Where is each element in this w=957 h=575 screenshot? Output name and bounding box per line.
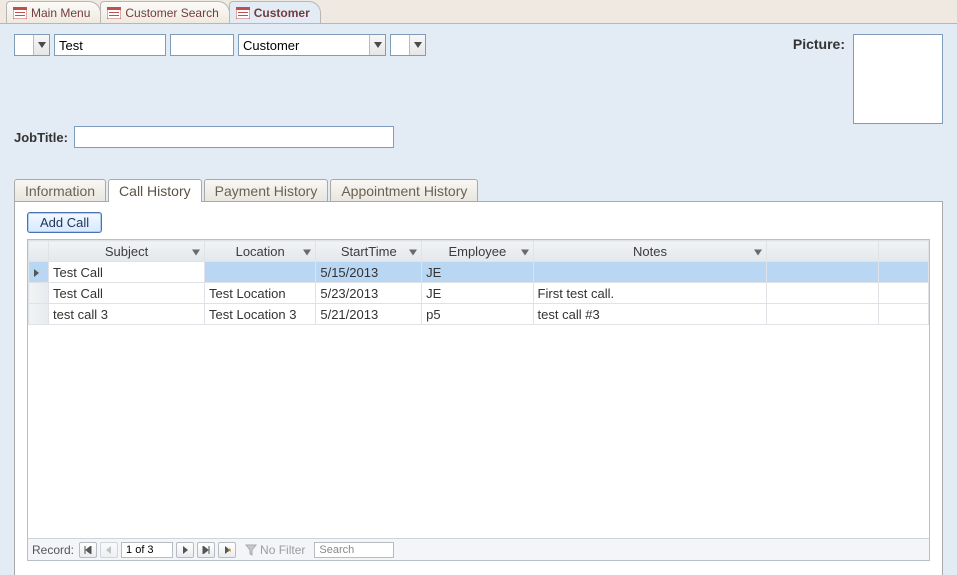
form-icon xyxy=(236,7,250,19)
lastname-input[interactable] xyxy=(239,35,369,55)
lastname-combo[interactable] xyxy=(238,34,386,56)
tab-information[interactable]: Information xyxy=(14,179,106,202)
chevron-down-icon xyxy=(192,244,200,259)
doc-tab-strip: Main Menu Customer Search Customer xyxy=(0,0,957,24)
cell-employee[interactable]: JE xyxy=(422,283,533,304)
row-selector[interactable] xyxy=(29,262,49,283)
nofilter-label: No Filter xyxy=(260,543,305,557)
cell-notes[interactable] xyxy=(533,262,767,283)
table-row[interactable]: Test CallTest Location5/23/2013JEFirst t… xyxy=(29,283,929,304)
cell-extra[interactable] xyxy=(878,304,928,325)
chevron-down-icon xyxy=(409,244,417,259)
recnav-position[interactable] xyxy=(121,542,173,558)
middlename-input[interactable] xyxy=(171,35,233,55)
doc-tab-customer-search[interactable]: Customer Search xyxy=(100,1,229,23)
recnav-label: Record: xyxy=(32,543,74,557)
tab-payment-history[interactable]: Payment History xyxy=(204,179,329,202)
tab-page-call-history: Add Call xyxy=(14,201,943,575)
cell-notes[interactable]: test call #3 xyxy=(533,304,767,325)
chevron-down-icon xyxy=(521,244,529,259)
chevron-down-icon[interactable] xyxy=(33,35,49,55)
col-extra-1[interactable] xyxy=(767,241,878,262)
suffix-input[interactable] xyxy=(391,35,409,55)
recnav-nofilter: No Filter xyxy=(245,543,305,557)
middlename-field[interactable] xyxy=(170,34,234,56)
recnav-next[interactable] xyxy=(176,542,194,558)
call-history-table: Subject Location StartTime xyxy=(28,240,929,325)
col-location[interactable]: Location xyxy=(204,241,315,262)
jobtitle-label: JobTitle: xyxy=(14,130,68,145)
cell-extra[interactable] xyxy=(767,262,878,283)
doc-tab-label: Customer Search xyxy=(125,6,218,20)
recnav-search[interactable] xyxy=(314,542,394,558)
add-call-button[interactable]: Add Call xyxy=(27,212,102,233)
firstname-input[interactable] xyxy=(55,35,165,55)
cell-extra[interactable] xyxy=(878,262,928,283)
cell-location[interactable]: Test Location xyxy=(204,283,315,304)
recnav-new[interactable]: ★ xyxy=(218,542,236,558)
cell-subject[interactable]: Test Call xyxy=(49,283,205,304)
cell-extra[interactable] xyxy=(878,283,928,304)
doc-tab-label: Customer xyxy=(254,6,310,20)
row-selector[interactable] xyxy=(29,304,49,325)
firstname-field[interactable] xyxy=(54,34,166,56)
col-label: StartTime xyxy=(341,244,397,259)
filter-icon xyxy=(245,544,257,556)
prefix-combo[interactable] xyxy=(14,34,50,56)
form-icon xyxy=(13,7,27,19)
recnav-prev[interactable] xyxy=(100,542,118,558)
recnav-first[interactable] xyxy=(79,542,97,558)
col-label: Location xyxy=(236,244,285,259)
cell-location[interactable]: Test Location 3 xyxy=(204,304,315,325)
cell-employee[interactable]: JE xyxy=(422,262,533,283)
tab-appointment-history[interactable]: Appointment History xyxy=(330,179,478,202)
col-subject[interactable]: Subject xyxy=(49,241,205,262)
col-label: Subject xyxy=(105,244,148,259)
record-navigator: Record: ★ No Filter xyxy=(28,538,929,560)
svg-text:★: ★ xyxy=(227,547,231,554)
cell-extra[interactable] xyxy=(767,304,878,325)
picture-label: Picture: xyxy=(793,34,845,124)
cell-employee[interactable]: p5 xyxy=(422,304,533,325)
tab-call-history[interactable]: Call History xyxy=(108,179,202,202)
col-starttime[interactable]: StartTime xyxy=(316,241,422,262)
chevron-down-icon[interactable] xyxy=(369,35,385,55)
name-fields xyxy=(14,34,426,56)
jobtitle-input[interactable] xyxy=(74,126,394,148)
select-all-rows[interactable] xyxy=(29,241,49,262)
cell-notes[interactable]: First test call. xyxy=(533,283,767,304)
table-row[interactable]: Test Call 5/15/2013JE xyxy=(29,262,929,283)
call-history-datasheet: Subject Location StartTime xyxy=(27,239,930,561)
table-row[interactable]: test call 3Test Location 35/21/2013p5tes… xyxy=(29,304,929,325)
cell-starttime[interactable]: 5/15/2013 xyxy=(316,262,422,283)
prefix-input[interactable] xyxy=(15,35,33,55)
cell-extra[interactable] xyxy=(767,283,878,304)
chevron-down-icon xyxy=(303,244,311,259)
doc-tab-main-menu[interactable]: Main Menu xyxy=(6,1,101,23)
recnav-last[interactable] xyxy=(197,542,215,558)
cell-subject[interactable]: test call 3 xyxy=(49,304,205,325)
row-selector[interactable] xyxy=(29,283,49,304)
col-notes[interactable]: Notes xyxy=(533,241,767,262)
col-extra-2[interactable] xyxy=(878,241,928,262)
suffix-combo[interactable] xyxy=(390,34,426,56)
cell-starttime[interactable]: 5/21/2013 xyxy=(316,304,422,325)
customer-form: Picture: JobTitle: Information Call Hist… xyxy=(0,24,957,575)
tab-control: Information Call History Payment History… xyxy=(14,178,943,575)
cell-location[interactable] xyxy=(204,262,315,283)
chevron-down-icon xyxy=(754,244,762,259)
cell-subject[interactable]: Test Call xyxy=(49,262,205,283)
doc-tab-label: Main Menu xyxy=(31,6,90,20)
col-employee[interactable]: Employee xyxy=(422,241,533,262)
cell-starttime[interactable]: 5/23/2013 xyxy=(316,283,422,304)
col-label: Employee xyxy=(448,244,506,259)
col-label: Notes xyxy=(633,244,667,259)
picture-frame[interactable] xyxy=(853,34,943,124)
doc-tab-customer[interactable]: Customer xyxy=(229,1,321,23)
form-icon xyxy=(107,7,121,19)
chevron-down-icon[interactable] xyxy=(409,35,425,55)
